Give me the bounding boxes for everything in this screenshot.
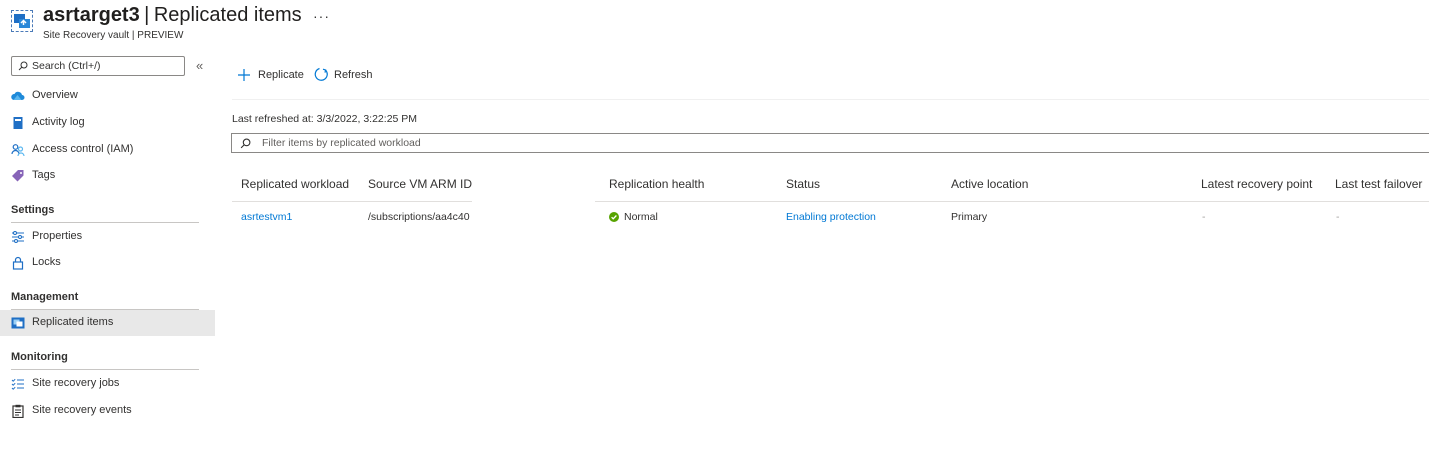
sidebar-item-label: Replicated items — [32, 316, 114, 328]
last-test-failover: - — [1336, 211, 1340, 223]
sidebar-item-tags[interactable]: Tags — [0, 163, 215, 189]
replicate-button[interactable]: Replicate — [236, 66, 306, 84]
resource-subtitle: Site Recovery vault | PREVIEW — [43, 30, 184, 41]
book-icon — [13, 117, 23, 129]
sidebar-item-label: Overview — [32, 89, 78, 101]
section-monitoring: Monitoring — [11, 351, 68, 363]
sidebar-item-locks[interactable]: Locks — [0, 250, 215, 276]
filter-input[interactable] — [262, 135, 962, 151]
column-header[interactable]: Last test failover — [1335, 177, 1422, 191]
status-link[interactable]: Enabling protection — [786, 211, 876, 223]
replicated-items-icon — [11, 317, 25, 329]
more-options-button[interactable]: ··· — [313, 8, 330, 24]
column-header[interactable]: Active location — [951, 177, 1028, 191]
sidebar-item-site-recovery-jobs[interactable]: Site recovery jobs — [0, 371, 215, 397]
sidebar-item-activity-log[interactable]: Activity log — [0, 110, 215, 136]
check-circle-icon — [609, 212, 619, 222]
sidebar-item-label: Tags — [32, 169, 56, 181]
sliders-icon — [12, 231, 24, 243]
lock-icon — [12, 256, 24, 270]
column-header[interactable]: Status — [786, 177, 820, 191]
jobs-list-icon — [11, 378, 24, 390]
collapse-sidebar-button[interactable]: « — [196, 58, 203, 73]
refresh-icon — [314, 67, 328, 81]
filter-box[interactable] — [231, 133, 1429, 153]
recovery-vault-icon — [11, 10, 33, 32]
sidebar-item-label: Site recovery jobs — [32, 377, 120, 389]
page-header: asrtarget3 | Replicated items ··· Site R… — [0, 0, 1429, 50]
column-header[interactable]: Latest recovery point — [1201, 177, 1312, 191]
latest-recovery-point: - — [1202, 211, 1206, 223]
header-divider — [595, 201, 1429, 202]
sidebar-search[interactable] — [11, 56, 185, 76]
clipboard-icon — [12, 404, 24, 418]
sidebar-search-input[interactable] — [32, 58, 180, 74]
search-icon — [240, 138, 251, 149]
title-separator: | — [144, 4, 150, 26]
sidebar-item-overview[interactable]: Overview — [0, 83, 215, 109]
page-name: Replicated items — [153, 4, 302, 26]
replicate-label: Replicate — [258, 69, 304, 81]
people-icon — [11, 144, 25, 157]
source-vm-id: /subscriptions/aa4c40 — [368, 211, 470, 223]
replication-health: Normal — [609, 211, 658, 223]
column-header[interactable]: Replication health — [609, 177, 704, 191]
column-header[interactable]: Source VM ARM ID — [368, 177, 472, 191]
page-title: asrtarget3 | Replicated items — [43, 4, 302, 27]
sidebar-item-replicated-items[interactable]: Replicated items — [0, 310, 215, 336]
sidebar-item-properties[interactable]: Properties — [0, 224, 215, 250]
plus-icon — [238, 69, 250, 81]
tag-icon — [12, 170, 24, 182]
resource-name: asrtarget3 — [43, 4, 140, 26]
column-header[interactable]: Replicated workload — [241, 177, 349, 191]
sidebar-item-site-recovery-events[interactable]: Site recovery events — [0, 398, 215, 424]
cloud-icon — [11, 91, 25, 100]
active-location: Primary — [951, 211, 988, 223]
section-divider — [11, 222, 199, 223]
sidebar-item-access-control[interactable]: Access control (IAM) — [0, 137, 215, 163]
section-management: Management — [11, 291, 79, 303]
section-divider — [11, 369, 199, 370]
command-bar-divider — [232, 99, 1429, 100]
refresh-button[interactable]: Refresh — [313, 66, 375, 84]
search-icon — [18, 61, 28, 71]
header-divider — [232, 201, 472, 202]
sidebar-item-label: Activity log — [32, 116, 85, 128]
sidebar-item-label: Locks — [32, 256, 61, 268]
last-refreshed-text: Last refreshed at: 3/3/2022, 3:22:25 PM — [232, 113, 418, 125]
workload-link[interactable]: asrtestvm1 — [241, 211, 292, 223]
sidebar-item-label: Access control (IAM) — [32, 143, 134, 155]
sidebar-item-label: Properties — [32, 230, 83, 242]
refresh-label: Refresh — [334, 69, 373, 81]
sidebar-item-label: Site recovery events — [32, 404, 132, 416]
section-settings: Settings — [11, 204, 55, 216]
